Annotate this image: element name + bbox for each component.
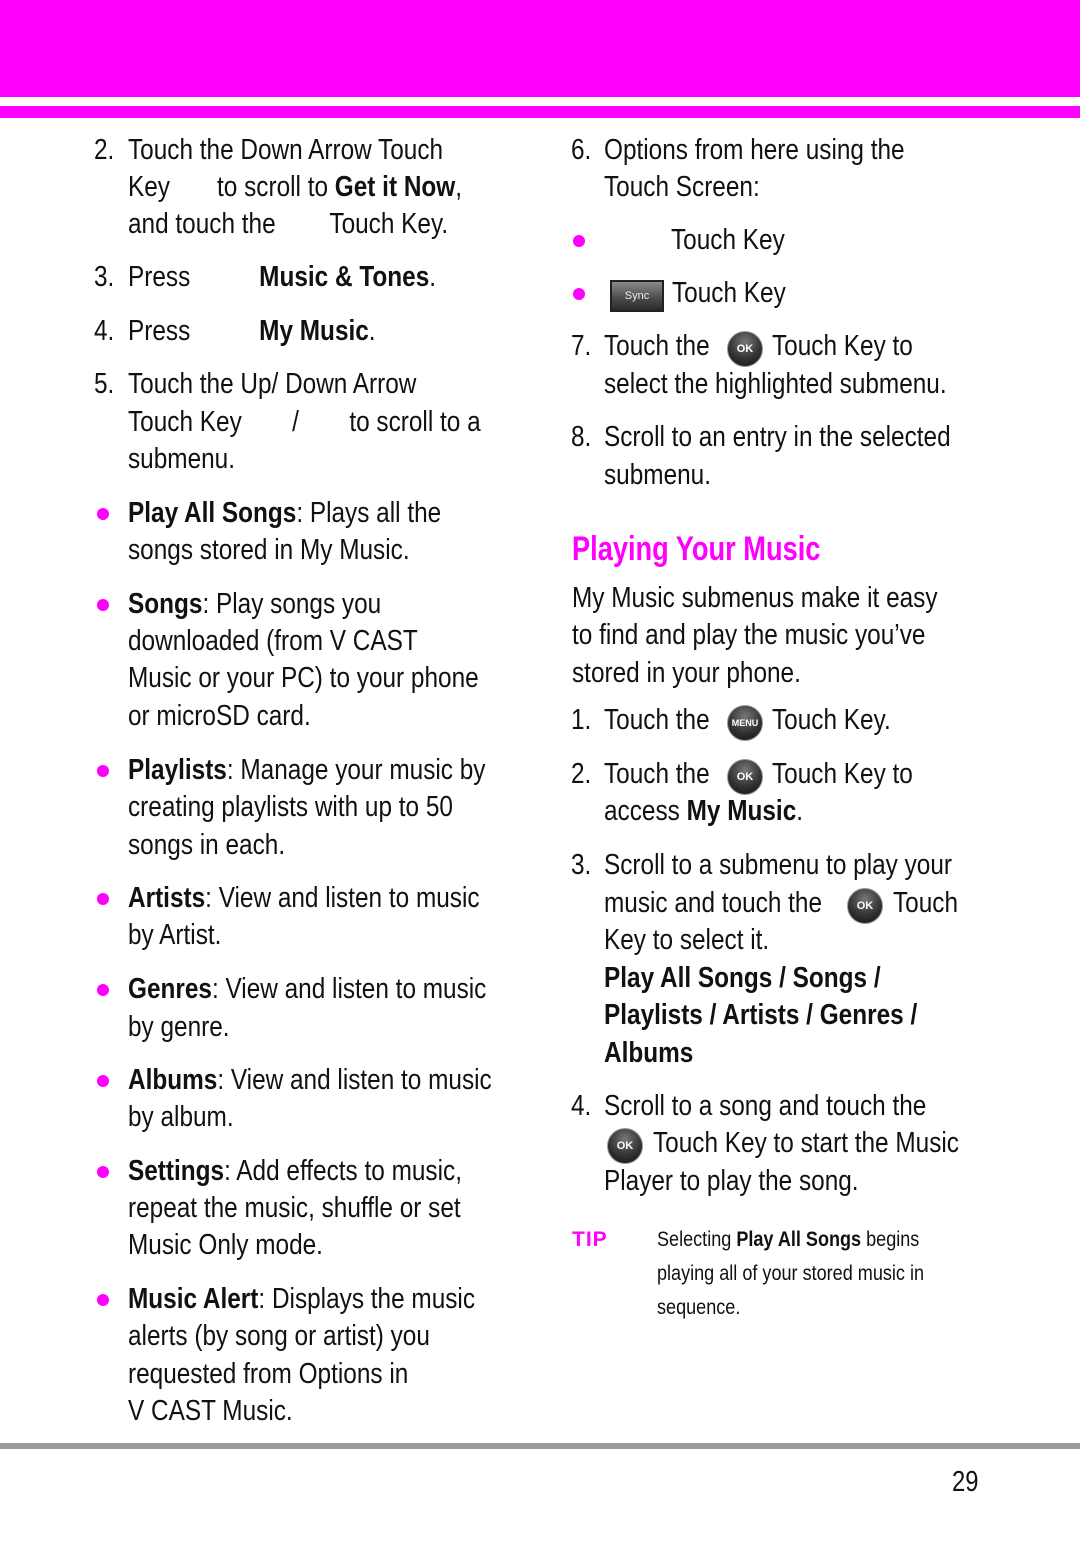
bullet-text: Settings: Add effects to music, [128,1155,462,1187]
bullet-text: by Artist. [128,919,222,951]
bullet [97,1294,109,1306]
submenu-list: Albums [604,1037,694,1069]
bullet-text: Music Alert: Displays the music [128,1283,476,1315]
bullet [573,235,585,247]
step-number: 2. [94,134,115,166]
tip-text: sequence. [657,1296,741,1319]
step-number: 6. [571,134,592,166]
step-text: Touch Key to start the Music [653,1127,959,1159]
header-magenta-stripe [0,106,1080,118]
bullet [97,765,109,777]
step-text: Touch Key / to scroll to a [128,406,481,438]
header-magenta-band [0,0,1080,97]
bullet [573,288,585,300]
intro-text: to find and play the music you’ve [572,619,926,651]
bullet-text: or microSD card. [128,700,311,732]
tip-text: Selecting Play All Songs begins [657,1228,920,1251]
bullet-text: Touch Key [672,277,786,309]
bullet-text: Playlists: Manage your music by [128,754,486,786]
bullet-text: Touch Key [671,224,785,256]
step-text: Key to scroll to Get it Now, [128,171,463,203]
step-number: 2. [571,758,592,790]
sync-key-icon: Sync [610,280,664,312]
bullet-text: Play All Songs: Plays all the [128,497,442,529]
submenu-list: Playlists / Artists / Genres / [604,999,918,1031]
step-text: Player to play the song. [604,1165,859,1197]
step-text: submenu. [128,443,235,475]
step-text: Touch the Down Arrow Touch [128,134,444,166]
step-number: 8. [571,421,592,453]
bullet-text: by album. [128,1101,234,1133]
footer-rule [0,1443,1080,1449]
bullet [97,508,109,520]
step-text: Touch Key to [772,330,913,362]
step-text: Touch the [604,758,710,790]
step-text: Scroll to a submenu to play your [604,849,952,881]
bullet [97,893,109,905]
step-text: Scroll to an entry in the selected [604,421,951,453]
bullet-text: V CAST Music. [128,1395,293,1427]
step-text: Press Music & Tones. [128,261,437,293]
bullet-text: Genres: View and listen to music [128,973,487,1005]
bullet-text: downloaded (from V CAST [128,625,418,657]
bullet-text: by genre. [128,1011,230,1043]
step-text: Press My Music. [128,315,376,347]
section-title: Playing Your Music [572,530,821,568]
bullet-text: Albums: View and listen to music [128,1064,492,1096]
bullet [97,599,109,611]
intro-text: My Music submenus make it easy [572,582,938,614]
tip-label: TIP [572,1228,608,1251]
bullet-text: requested from Options in [128,1358,409,1390]
intro-text: stored in your phone. [572,657,801,689]
step-number: 4. [571,1090,592,1122]
bullet-text: songs in each. [128,829,286,861]
submenu-list: Play All Songs / Songs / [604,962,881,994]
step-text: Options from here using the [604,134,905,166]
step-text: Touch Screen: [604,171,760,203]
step-text: access My Music. [604,795,804,827]
ok-key-icon: OK [727,331,763,367]
bullet-text: songs stored in My Music. [128,534,410,566]
bullet-text: creating playlists with up to 50 [128,791,453,823]
step-text: Key to select it. [604,924,770,956]
ok-key-icon: OK [727,759,763,795]
step-text: Touch the [604,330,710,362]
bullet [97,984,109,996]
step-text: Touch Key. [772,704,891,736]
step-number: 1. [571,704,592,736]
bullet-text: Artists: View and listen to music [128,882,480,914]
bullet [97,1166,109,1178]
step-text: Touch the Up/ Down Arrow [128,368,417,400]
step-number: 7. [571,330,592,362]
bullet-text: alerts (by song or artist) you [128,1320,430,1352]
step-text: submenu. [604,459,711,491]
step-number: 4. [94,315,115,347]
bullet [97,1075,109,1087]
bullet-text: Music or your PC) to your phone [128,662,479,694]
step-number: 3. [571,849,592,881]
ok-key-icon: OK [847,888,883,924]
ok-key-icon: OK [607,1128,643,1164]
step-number: 5. [94,368,115,400]
step-text: and touch the Touch Key. [128,208,449,240]
tip-text: playing all of your stored music in [657,1262,925,1285]
step-text: Scroll to a song and touch the [604,1090,927,1122]
step-text: Touch Key to [772,758,913,790]
page-number: 29 [952,1466,979,1498]
bullet-text: Music Only mode. [128,1229,323,1261]
bullet-text: repeat the music, shuffle or set [128,1192,461,1224]
step-text: Touch [893,887,959,919]
menu-key-icon: MENU [727,705,763,741]
step-text: Touch the [604,704,710,736]
step-text: select the highlighted submenu. [604,368,947,400]
step-number: 3. [94,261,115,293]
bullet-text: Songs: Play songs you [128,588,382,620]
step-text: music and touch the [604,887,823,919]
